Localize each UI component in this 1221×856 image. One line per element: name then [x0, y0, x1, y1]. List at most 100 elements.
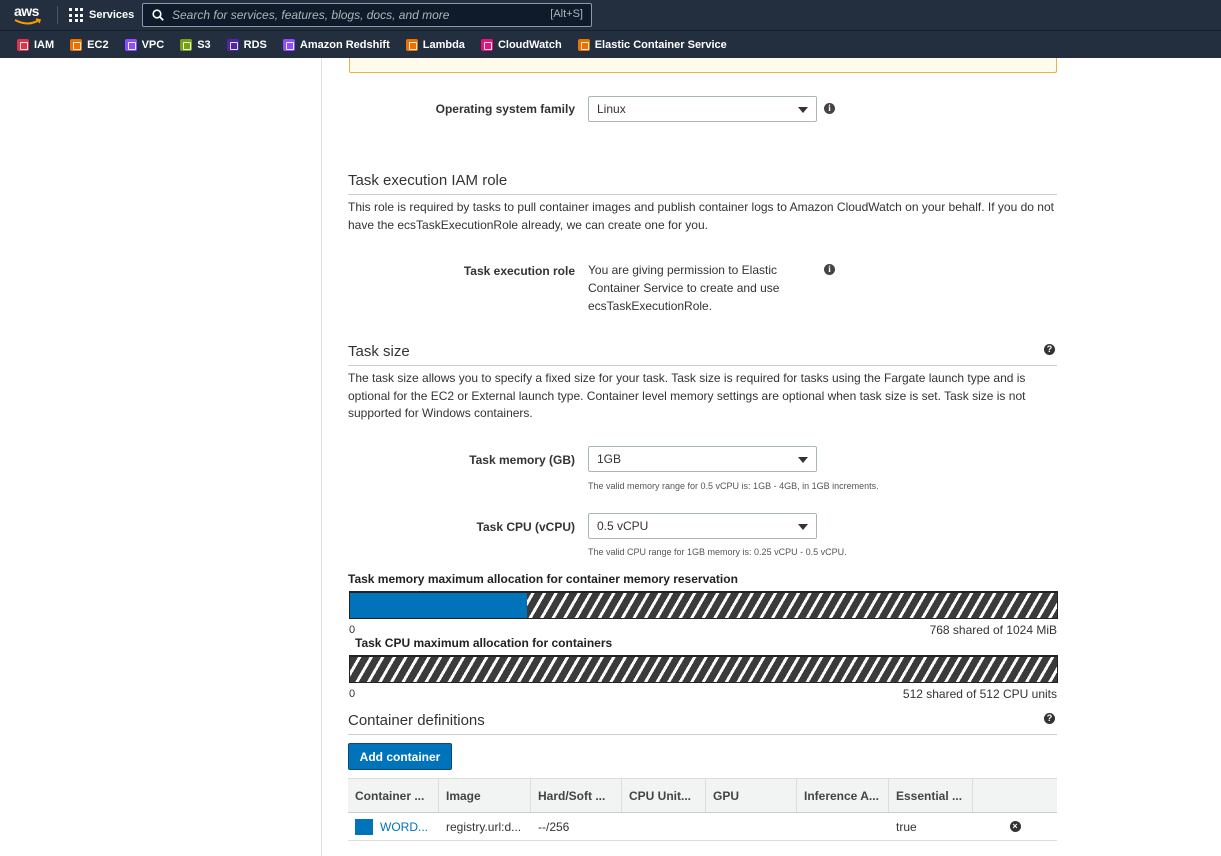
favorite-vpc[interactable]: VPC: [124, 38, 165, 51]
add-container-button[interactable]: Add container: [348, 743, 452, 770]
column-header-actions: [973, 779, 1057, 812]
nav-divider: [57, 6, 58, 24]
task-size-description: The task size allows you to specify a fi…: [348, 371, 1026, 420]
task-cpu-hint: The valid CPU range for 1GB memory is: 0…: [588, 547, 847, 557]
search-input[interactable]: [172, 8, 532, 22]
table-row: WORD... registry.url:d... --/256 true ×: [348, 813, 1057, 841]
task-memory-hint: The valid memory range for 0.5 vCPU is: …: [588, 481, 879, 491]
favorite-label: Amazon Redshift: [299, 38, 390, 51]
favorite-label: Lambda: [422, 38, 465, 51]
favorite-label: EC2: [87, 38, 109, 51]
lambda-icon: [405, 38, 418, 51]
container-memory-cell: --/256: [538, 819, 570, 834]
column-header[interactable]: Container ...: [348, 779, 439, 812]
container-definitions-title: Container definitions: [348, 712, 485, 729]
task-cpu-select[interactable]: 0.5 vCPU: [588, 513, 817, 539]
section-divider: [348, 734, 1057, 735]
task-execution-role-text: You are giving permission to Elastic Con…: [588, 263, 780, 313]
warning-alert-box: [349, 58, 1057, 73]
table-header: Container ... Image Hard/Soft ... CPU Un…: [348, 778, 1057, 813]
help-icon[interactable]: ?: [1044, 344, 1055, 355]
ecs-icon: [577, 38, 590, 51]
container-image-cell: registry.url:d...: [446, 819, 522, 834]
task-memory-select[interactable]: 1GB: [588, 446, 817, 472]
cpu-allocation-title: Task CPU maximum allocation for containe…: [355, 636, 613, 650]
aws-logo[interactable]: aws: [14, 4, 44, 26]
left-panel: [0, 58, 322, 856]
info-icon[interactable]: i: [824, 103, 835, 114]
search-shortcut-hint: [Alt+S]: [550, 8, 583, 20]
task-execution-description: This role is required by tasks to pull c…: [348, 200, 1054, 232]
aws-smile-icon: [14, 18, 42, 25]
container-color-swatch: [355, 818, 373, 835]
aws-logo-text: aws: [14, 3, 39, 19]
s3-icon: [180, 38, 193, 51]
search-box[interactable]: [Alt+S]: [142, 3, 592, 27]
container-name-link[interactable]: WORD...: [380, 820, 428, 834]
favorite-iam[interactable]: IAM: [17, 38, 55, 51]
memory-allocation-bar: [349, 591, 1058, 619]
column-header[interactable]: Essential ...: [889, 779, 973, 812]
column-header[interactable]: Image: [439, 779, 531, 812]
redshift-icon: [282, 38, 295, 51]
favorite-label: Elastic Container Service: [594, 38, 727, 51]
chevron-down-icon: [798, 524, 808, 530]
favorite-label: VPC: [141, 38, 165, 51]
chevron-down-icon: [798, 107, 808, 113]
iam-icon: [17, 38, 29, 51]
chevron-down-icon: [798, 457, 808, 463]
section-divider: [348, 365, 1057, 366]
container-name-cell: WORD...: [348, 813, 439, 841]
favorite-lambda[interactable]: Lambda: [405, 38, 465, 51]
favorite-label: S3: [197, 38, 211, 51]
favorite-ecs[interactable]: Elastic Container Service: [577, 38, 727, 51]
vpc-icon: [124, 38, 137, 51]
container-gpu-cell: [706, 813, 797, 841]
task-memory-label: Task memory (GB): [469, 453, 575, 467]
rds-icon: [226, 38, 239, 51]
os-family-select[interactable]: Linux: [588, 96, 817, 122]
column-header[interactable]: GPU: [706, 779, 797, 812]
info-icon[interactable]: i: [824, 264, 835, 275]
cloudwatch-icon: [480, 38, 493, 51]
ec2-icon: [70, 38, 83, 51]
memory-allocation-max: 768 shared of 1024 MiB: [929, 623, 1057, 637]
column-header[interactable]: Hard/Soft ...: [531, 779, 622, 812]
task-cpu-value: 0.5 vCPU: [597, 519, 649, 533]
favorite-label: RDS: [243, 38, 267, 51]
container-remove-cell: ×: [973, 813, 1057, 841]
container-cpu-cell: [622, 813, 706, 841]
task-execution-title: Task execution IAM role: [348, 172, 508, 189]
container-inference-cell: [797, 813, 889, 841]
favorite-ec2[interactable]: EC2: [70, 38, 109, 51]
cpu-allocation-bar: [349, 655, 1058, 683]
favorite-redshift[interactable]: Amazon Redshift: [282, 38, 390, 51]
favorite-s3[interactable]: S3: [180, 38, 211, 51]
container-definitions-table: Container ... Image Hard/Soft ... CPU Un…: [348, 778, 1057, 841]
memory-allocation-title: Task memory maximum allocation for conta…: [348, 572, 738, 586]
task-memory-value: 1GB: [597, 452, 622, 466]
task-cpu-label: Task CPU (vCPU): [476, 520, 575, 534]
container-essential-cell: true: [896, 819, 917, 834]
task-size-title: Task size: [348, 343, 410, 360]
favorite-label: CloudWatch: [497, 38, 562, 51]
services-menu-button[interactable]: Services: [69, 7, 134, 23]
memory-allocation-min: 0: [349, 624, 356, 636]
column-header[interactable]: Inference A...: [797, 779, 889, 812]
favorite-label: IAM: [34, 38, 55, 51]
column-header[interactable]: CPU Unit...: [622, 779, 706, 812]
help-icon[interactable]: ?: [1044, 713, 1055, 724]
services-grid-icon: [69, 8, 83, 22]
favorite-rds[interactable]: RDS: [226, 38, 267, 51]
task-execution-role-label: Task execution role: [463, 264, 575, 278]
section-divider: [348, 194, 1057, 195]
cpu-allocation-max: 512 shared of 512 CPU units: [902, 687, 1057, 701]
remove-container-icon[interactable]: ×: [1009, 821, 1021, 832]
os-family-value: Linux: [597, 102, 626, 116]
top-nav: aws Services [Alt+S]: [0, 0, 1221, 30]
os-family-label: Operating system family: [435, 102, 575, 116]
favorite-cloudwatch[interactable]: CloudWatch: [480, 38, 562, 51]
favorites-bar: IAM EC2 VPC S3 RDS Amazon Redshift Lambd…: [0, 30, 1221, 58]
memory-allocation-fill: [350, 593, 527, 618]
cpu-allocation-min: 0: [349, 688, 356, 700]
